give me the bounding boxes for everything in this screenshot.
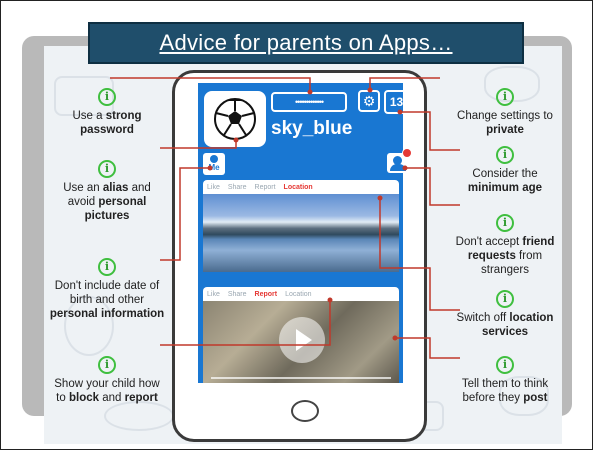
profile-username: sky_blue — [271, 118, 353, 139]
location-action: Location — [283, 183, 313, 191]
tip-private-settings: i Change settings to private — [457, 88, 553, 136]
notification-badge — [402, 148, 412, 158]
report-action: Report — [254, 183, 276, 191]
cat-video-thumbnail — [203, 301, 399, 383]
gear-icon: ⚙ — [358, 90, 380, 112]
slide-title: Advice for parents on Apps… — [159, 30, 453, 55]
info-icon: i — [496, 290, 514, 308]
share-action: Share — [227, 290, 247, 298]
info-icon: i — [98, 356, 116, 374]
report-action: Report — [254, 290, 278, 298]
tip-friend-requests: i Don't accept friend requests from stra… — [455, 214, 555, 276]
info-icon: i — [496, 214, 514, 232]
info-icon: i — [496, 88, 514, 106]
like-action: Like — [207, 183, 220, 191]
video-post-card: Like Share Report Location — [203, 287, 399, 383]
share-action: Share — [227, 183, 247, 191]
soccer-ball-icon — [214, 98, 256, 140]
info-icon: i — [98, 160, 116, 178]
tip-alias: i Use an alias and avoid personal pictur… — [63, 160, 151, 222]
tip-block-report: i Show your child how to block and repor… — [54, 356, 160, 404]
like-action: Like — [207, 290, 220, 298]
tip-location-services: i Switch off location services — [456, 290, 554, 338]
profile-avatar — [204, 91, 266, 147]
info-icon: i — [98, 258, 116, 276]
video-progress-bar — [211, 377, 391, 379]
tip-minimum-age: i Consider the minimum age — [467, 146, 543, 194]
photo-post-card: Like Share Report Location — [203, 180, 399, 272]
tip-personal-information: i Don't include date of birth and other … — [49, 258, 165, 320]
me-label: Me — [208, 163, 220, 172]
home-button — [291, 400, 319, 422]
password-field: ••••••••••••• — [271, 92, 347, 112]
tip-think-before-post: i Tell them to think before they post — [461, 356, 549, 404]
mountain-lake-photo — [203, 194, 399, 272]
info-icon: i — [496, 146, 514, 164]
info-icon: i — [496, 356, 514, 374]
location-action: Location — [285, 290, 312, 298]
age-rating-badge: 13+ — [384, 90, 416, 114]
info-icon: i — [98, 88, 116, 106]
me-profile-icon: Me — [203, 153, 225, 175]
slide-title-bar: Advice for parents on Apps… — [88, 22, 524, 64]
post-actions-bar: Like Share Report Location — [203, 180, 399, 194]
play-icon — [279, 317, 325, 363]
video-actions-bar: Like Share Report Location — [203, 287, 399, 301]
tip-strong-password: i Use a strong password — [72, 88, 142, 136]
